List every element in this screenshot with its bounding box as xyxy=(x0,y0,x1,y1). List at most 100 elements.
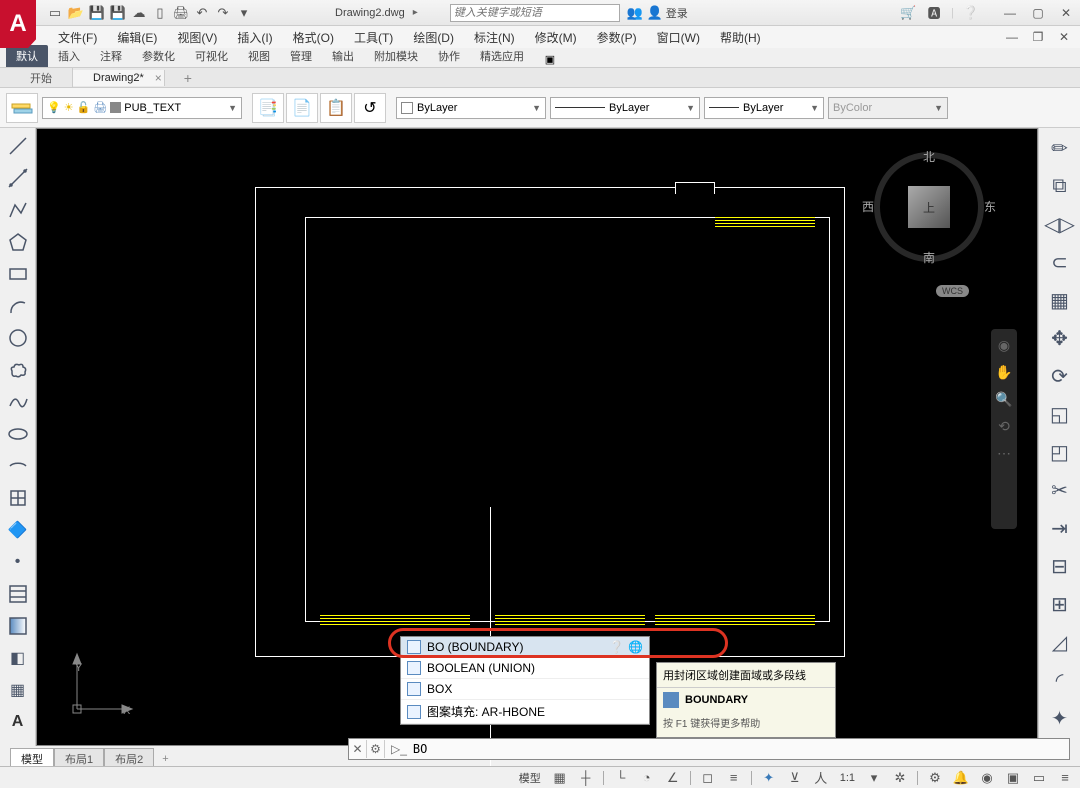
gradient-tool[interactable] xyxy=(3,611,33,641)
circle-tool[interactable] xyxy=(3,323,33,353)
doc-tab-close-icon[interactable]: × xyxy=(151,71,166,85)
linetype-combo[interactable]: ByLayer▼ xyxy=(550,97,700,119)
table-tool[interactable]: ▦ xyxy=(3,675,33,705)
annotation-scale-icon[interactable]: ✲ xyxy=(889,769,911,787)
redo-icon[interactable]: ↷ xyxy=(214,4,232,22)
sb-scale-label[interactable]: 1:1 xyxy=(836,772,859,784)
nav-showmore-icon[interactable]: ⋯ xyxy=(997,445,1011,462)
layer-states-button[interactable]: 📑 xyxy=(252,93,284,123)
color-combo[interactable]: ByLayer▼ xyxy=(396,97,546,119)
rotate-tool[interactable]: ⟳ xyxy=(1043,359,1077,393)
help-icon[interactable]: ❔ xyxy=(962,4,980,22)
navigation-bar[interactable]: ◉ ✋ 🔍 ⟲ ⋯ xyxy=(991,329,1017,529)
menu-window[interactable]: 窗口(W) xyxy=(647,27,710,48)
selection-cycling-icon[interactable]: ⊻ xyxy=(784,769,806,787)
command-input[interactable] xyxy=(413,742,1069,756)
annotation-monitor-icon[interactable]: 🔔 xyxy=(950,769,972,787)
doc-minimize-button[interactable]: ― xyxy=(1002,29,1022,45)
viewcube-north[interactable]: 北 xyxy=(874,148,984,165)
app-icon[interactable]: 🅰 xyxy=(925,4,943,22)
new-icon[interactable]: ▭ xyxy=(46,4,64,22)
autocomplete-item[interactable]: BOOLEAN (UNION) xyxy=(401,658,649,679)
doc-close-button[interactable]: ✕ xyxy=(1054,29,1074,45)
erase-tool[interactable]: ✏ xyxy=(1043,131,1077,165)
ribbon-tab-insert[interactable]: 插入 xyxy=(48,45,90,67)
workspace-icon[interactable]: ⚙ xyxy=(924,769,946,787)
ellipse-tool[interactable] xyxy=(3,419,33,449)
transparency-icon[interactable]: ✦ xyxy=(758,769,780,787)
lineweight-combo[interactable]: ByLayer▼ xyxy=(704,97,824,119)
ribbon-tab-manage[interactable]: 管理 xyxy=(280,45,322,67)
polar-icon[interactable]: ◔ xyxy=(636,769,658,787)
polygon-tool[interactable] xyxy=(3,227,33,257)
viewcube-east[interactable]: 东 xyxy=(984,198,996,215)
layer-iso-button[interactable]: 📄 xyxy=(286,93,318,123)
customize-icon[interactable]: ≡ xyxy=(1054,769,1076,787)
join-tool[interactable]: ⊞ xyxy=(1043,587,1077,621)
nav-orbit-icon[interactable]: ⟲ xyxy=(998,418,1010,435)
offset-tool[interactable]: ⊂ xyxy=(1043,245,1077,279)
layer-manager-button[interactable] xyxy=(6,93,38,123)
layer-prev-button[interactable]: ↺ xyxy=(354,93,386,123)
mirror-tool[interactable]: ◁▷ xyxy=(1043,207,1077,241)
ortho-icon[interactable]: └ xyxy=(610,769,632,787)
rectangle-tool[interactable] xyxy=(3,259,33,289)
close-button[interactable]: ✕ xyxy=(1056,5,1076,21)
isolate-icon[interactable]: ◉ xyxy=(976,769,998,787)
viewcube-top-face[interactable]: 上 xyxy=(908,186,950,228)
web-save-icon[interactable]: ☁ xyxy=(130,4,148,22)
ribbon-tab-annotate[interactable]: 注释 xyxy=(90,45,132,67)
explode-tool[interactable]: ✦ xyxy=(1043,701,1077,735)
nav-wheel-icon[interactable]: ◉ xyxy=(998,337,1010,354)
break-tool[interactable]: ⊟ xyxy=(1043,549,1077,583)
web-help-icon[interactable]: 🌐 xyxy=(628,640,643,654)
plot-icon[interactable]: 🖨 xyxy=(172,4,190,22)
clean-screen-icon[interactable]: ▭ xyxy=(1028,769,1050,787)
cart-icon[interactable]: 🛒 xyxy=(899,4,917,22)
qat-dropdown-icon[interactable]: ▾ xyxy=(235,4,253,22)
ribbon-tab-collab[interactable]: 协作 xyxy=(428,45,470,67)
viewcube-south[interactable]: 南 xyxy=(874,249,984,266)
ribbon-tab-featured[interactable]: 精选应用 xyxy=(470,45,534,67)
ribbon-tab-output[interactable]: 输出 xyxy=(322,45,364,67)
autocomplete-item[interactable]: BOX xyxy=(401,679,649,700)
ribbon-overflow-icon[interactable]: ▣ xyxy=(540,51,560,67)
isodraft-icon[interactable]: ∠ xyxy=(662,769,684,787)
3d-osnap-icon[interactable]: 人 xyxy=(810,769,832,787)
osnap-icon[interactable]: ◻ xyxy=(697,769,719,787)
menu-help[interactable]: 帮助(H) xyxy=(710,27,771,48)
autocomplete-item[interactable]: 图案填充: AR-HBONE xyxy=(401,700,649,724)
doc-tab-start[interactable]: 开始 xyxy=(10,68,73,88)
spline-tool[interactable] xyxy=(3,387,33,417)
mobile-icon[interactable]: ▯ xyxy=(151,4,169,22)
fillet-tool[interactable]: ◜ xyxy=(1043,663,1077,697)
hardware-accel-icon[interactable]: ▣ xyxy=(1002,769,1024,787)
viewcube[interactable]: 北 南 东 西 上 xyxy=(874,152,984,262)
revcloud-tool[interactable] xyxy=(3,355,33,385)
wcs-badge[interactable]: WCS xyxy=(936,285,969,297)
scale-tool[interactable]: ◱ xyxy=(1043,397,1077,431)
layout-add-button[interactable]: + xyxy=(154,751,176,767)
layer-match-button[interactable]: 📋 xyxy=(320,93,352,123)
polyline-tool[interactable] xyxy=(3,195,33,225)
ribbon-tab-parametric[interactable]: 参数化 xyxy=(132,45,185,67)
snap-icon[interactable]: ┼ xyxy=(575,769,597,787)
autocomplete-item[interactable]: BO (BOUNDARY) ❔🌐 xyxy=(401,637,649,658)
layer-combo[interactable]: 💡☀🔓🖨 PUB_TEXT ▼ xyxy=(42,97,242,119)
stretch-tool[interactable]: ◰ xyxy=(1043,435,1077,469)
construction-line-tool[interactable] xyxy=(3,163,33,193)
ribbon-tab-default[interactable]: 默认 xyxy=(6,45,48,67)
user-icon[interactable]: 👤 xyxy=(646,4,664,22)
make-block-tool[interactable]: 🔷 xyxy=(3,515,33,545)
region-tool[interactable]: ◧ xyxy=(3,643,33,673)
cmdline-close-icon[interactable]: ✕ xyxy=(349,740,367,758)
lineweight-display-icon[interactable]: ≡ xyxy=(723,769,745,787)
extend-tool[interactable]: ⇥ xyxy=(1043,511,1077,545)
hatch-tool[interactable] xyxy=(3,579,33,609)
grid-icon[interactable]: ▦ xyxy=(549,769,571,787)
search-icon[interactable]: 👥 xyxy=(626,4,644,22)
cmdline-customize-icon[interactable]: ⚙ xyxy=(367,740,385,758)
doc-tab-add-icon[interactable]: + xyxy=(176,70,200,86)
app-logo[interactable]: A xyxy=(0,0,36,48)
login-label[interactable]: 登录 xyxy=(666,5,688,21)
